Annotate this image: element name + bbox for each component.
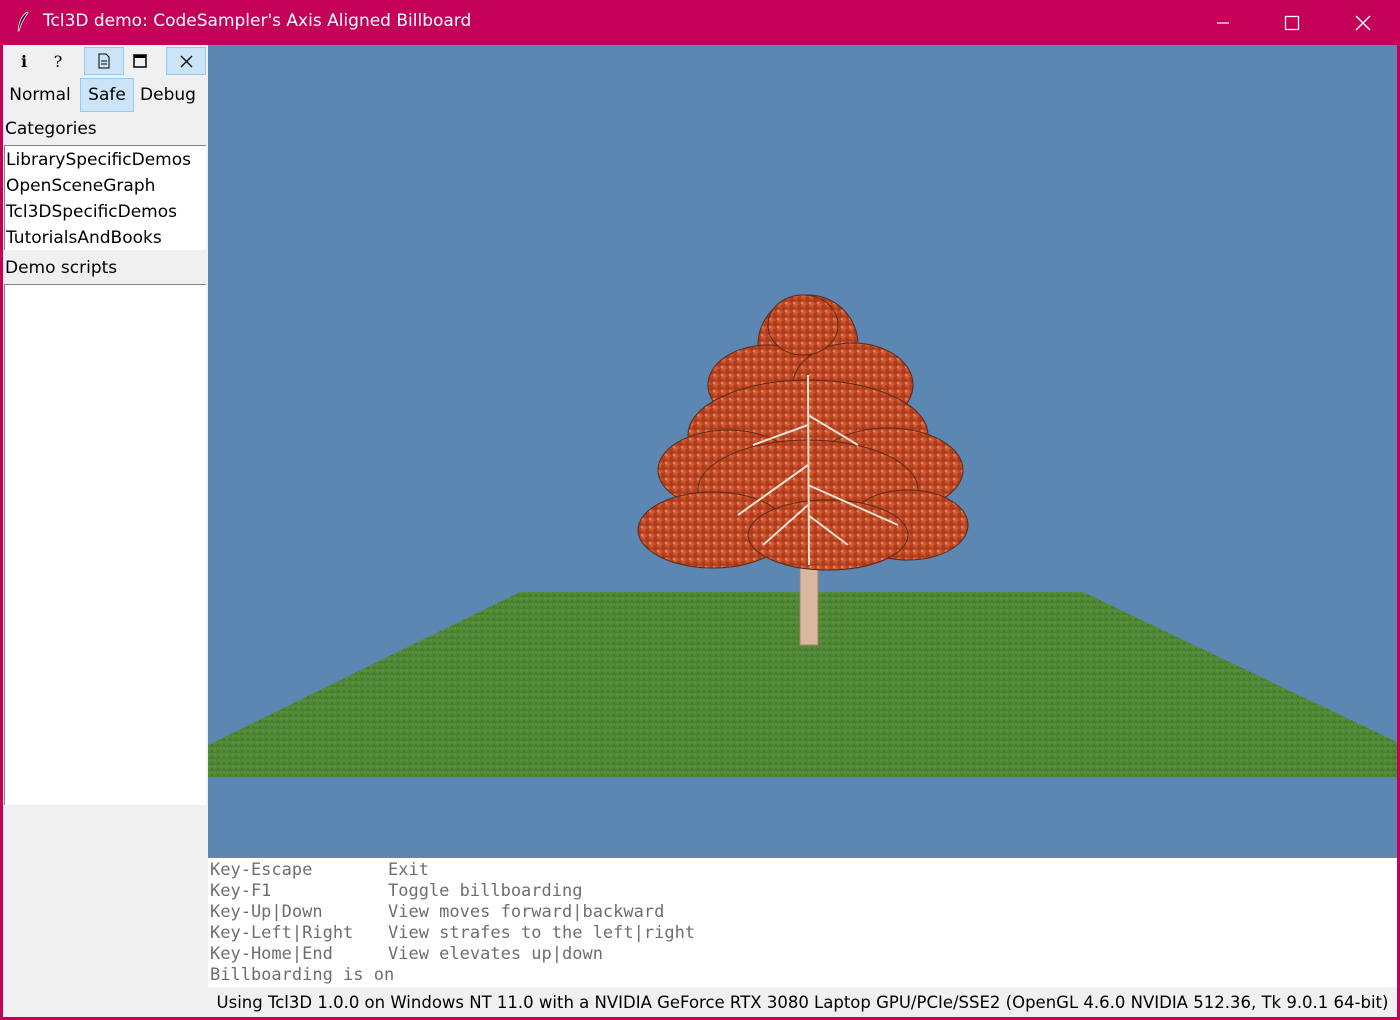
console-line: Key-Escape Exit [210,860,429,880]
mode-safe-button[interactable]: Safe [80,78,134,112]
client-area: i ? Normal Safe Debug Categories Library… [3,45,1397,1017]
info-icon: i [20,51,28,71]
close-icon [180,55,192,67]
help-console[interactable]: Key-Escape Exit Key-F1 Toggle billboarding… [208,857,1397,987]
scene-render [208,294,1397,777]
maximize-button[interactable] [1257,0,1327,45]
categories-label: Categories [5,119,97,139]
list-item[interactable]: OpenSceneGraph [5,173,206,199]
document-icon [98,53,110,69]
list-item[interactable]: TutorialsAndBooks [5,225,206,251]
close-icon [1355,15,1371,30]
view-source-button[interactable] [84,47,124,75]
opengl-viewport[interactable] [208,45,1397,857]
feather-icon [14,11,32,33]
close-window-button[interactable] [1328,0,1398,45]
categories-list[interactable]: LibrarySpecificDemos OpenSceneGraph Tcl3… [4,145,206,250]
toggle-window-button[interactable] [120,47,160,75]
maximize-icon [1284,15,1300,30]
window-icon [133,54,147,68]
console-line: Key-Home|End View elevates up|down [210,944,603,964]
list-item[interactable]: Tcl3DSpecificDemos [5,199,206,225]
title-bar[interactable]: Tcl3D demo: CodeSampler's Axis Aligned B… [0,0,1400,45]
minimize-button[interactable] [1188,0,1258,45]
console-line: Key-Up|Down View moves forward|backward [210,902,665,922]
status-bar: Using Tcl3D 1.0.0 on Windows NT 11.0 wit… [216,992,1389,1012]
demo-scripts-list[interactable] [4,284,206,805]
minimize-icon [1217,21,1229,24]
list-item[interactable]: LibrarySpecificDemos [5,147,206,173]
mode-debug-button[interactable]: Debug [136,78,200,112]
demo-scripts-label: Demo scripts [5,258,118,278]
left-panel: i ? Normal Safe Debug Categories Library… [3,45,208,985]
window-title: Tcl3D demo: CodeSampler's Axis Aligned B… [43,11,472,31]
help-button[interactable]: ? [38,47,78,75]
console-line: Key-F1 Toggle billboarding [210,881,583,901]
exit-button[interactable] [166,47,206,75]
app-window: Tcl3D demo: CodeSampler's Axis Aligned B… [0,0,1400,1020]
console-line: Billboarding is on [210,965,395,985]
console-line: Key-Left|Right View strafes to the left|r… [210,923,696,943]
help-icon: ? [53,51,63,71]
mode-normal-button[interactable]: Normal [5,78,75,112]
